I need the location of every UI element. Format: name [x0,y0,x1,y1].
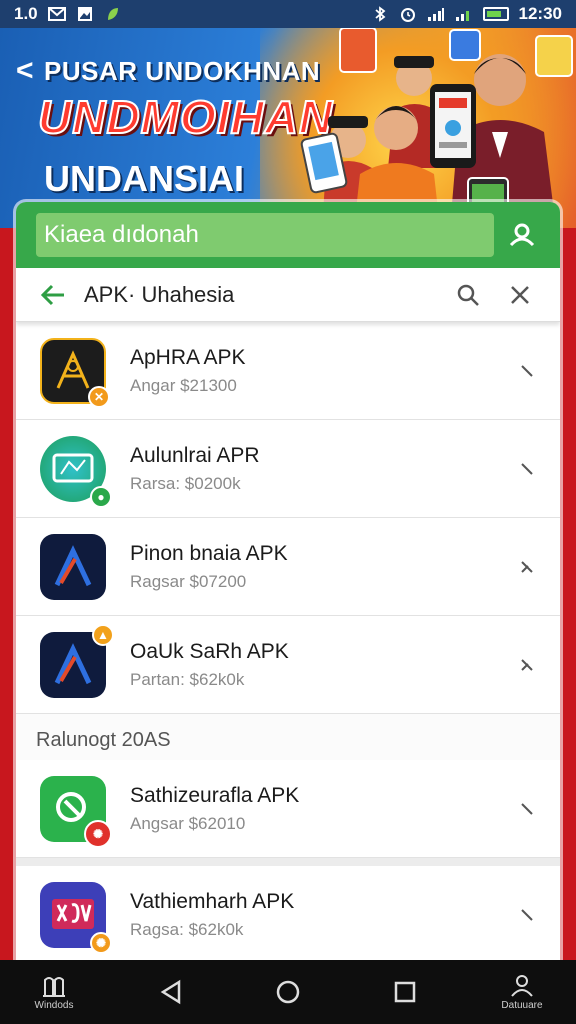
app-price: Ragsa: $62k0k [130,919,244,939]
app-name: Sathizeurafla APK [130,783,300,807]
search-input[interactable]: APK· Uhahesia [68,282,442,308]
app-price: Rarsa: $0200k [130,473,241,493]
mail-icon [47,6,66,22]
more-icon[interactable] [514,456,540,482]
app-price: Ragsar $07200 [130,571,247,591]
list-item[interactable]: ● Aulunlrai APR Rarsa: $0200k [16,420,560,518]
green-swirl-icon: ✺ [40,775,112,848]
app-name: Pinon bnaia APK [130,541,288,565]
app-list-panel: Kiaea dıdonah APK· Uhahesia ✕ ApHRA APK … [16,202,560,962]
section-header: Ralunogt 20AS [16,714,560,760]
a-logo-dark-icon: ✕ [40,337,110,408]
app-name: OaUk SaRh APK [130,639,289,663]
close-icon[interactable] [494,275,546,315]
status-bar: 1.0 12:30 [0,0,576,28]
list-item[interactable]: Pinon bnaia APK Ragsar $07200 [16,518,560,616]
arrow-left-icon[interactable] [38,280,68,310]
image-icon [76,6,94,22]
app-name: Aulunlrai APR [130,443,260,467]
user-icon[interactable] [494,213,550,257]
nav-windows-button[interactable]: Windods [18,962,90,1022]
back-arrow-icon[interactable]: < [16,54,34,88]
search-icon[interactable] [442,275,494,315]
battery-icon [482,7,509,21]
list-item[interactable]: ✺ Vathiemharh APK Ragsa: $62k0k [16,866,560,962]
app-price: Partan: $62k0k [130,669,245,689]
home-circle-icon [276,980,300,1004]
more-icon[interactable] [514,652,540,678]
banner-title: PUSAR UNDOKHNAN [44,56,321,86]
a-logo-blue-alert-icon: ▲ [40,623,114,698]
bluetooth-icon [371,6,389,22]
app-name: ApHRA APK [130,345,246,369]
banner-subtitle: UNDANSIAI [44,158,245,199]
a-logo-blue-icon [40,533,106,600]
status-time: 12:30 [518,4,562,23]
status-text: 1.0 [14,4,38,23]
signal-icon [427,6,445,22]
top-search-header: Kiaea dıdonah [16,202,560,268]
windows-icon [43,976,65,997]
app-price: Angsar $62010 [130,813,246,833]
promo-banner[interactable]: < PUSAR UNDOKHNAN UNDMOIHAN UNDANSIAI [0,28,576,228]
list-item[interactable]: ✺ Sathizeurafla APK Angsar $62010 [16,760,560,858]
app-name: Vathiemharh APK [130,889,295,913]
app-list: ✕ ApHRA APK Angar $21300 ● Aulunlrai APR… [16,322,560,962]
more-icon[interactable] [514,358,540,384]
list-item[interactable]: ▲ OaUk SaRh APK Partan: $62k0k [16,616,560,714]
nav-home-button[interactable] [252,962,324,1022]
top-search-field[interactable]: Kiaea dıdonah [36,213,494,257]
recents-square-icon [394,981,416,1003]
search-bar: APK· Uhahesia [16,268,560,322]
xcv-tv-icon: ✺ [40,881,112,954]
more-icon[interactable] [514,554,540,580]
back-triangle-icon [160,979,181,1005]
list-item[interactable]: ✕ ApHRA APK Angar $21300 [16,322,560,420]
system-nav-bar: Windods Datuuare [0,960,576,1024]
nav-profile-button[interactable]: Datuuare [486,962,558,1022]
app-price: Angar $21300 [130,375,237,395]
nav-label: Datuuare [501,999,543,1011]
more-icon[interactable] [514,796,540,822]
alarm-icon [399,6,417,22]
people-icon [511,974,533,997]
nav-recents-button[interactable] [369,962,441,1022]
more-icon[interactable] [514,902,540,928]
leaf-icon [104,6,122,22]
nav-back-button[interactable] [135,962,207,1022]
banner-headline: UNDMOIHAN [37,90,334,144]
nav-label: Windods [34,999,74,1011]
green-tv-icon: ● [40,435,112,508]
promo-people-illustration [300,28,573,228]
signal2-icon [455,6,473,22]
